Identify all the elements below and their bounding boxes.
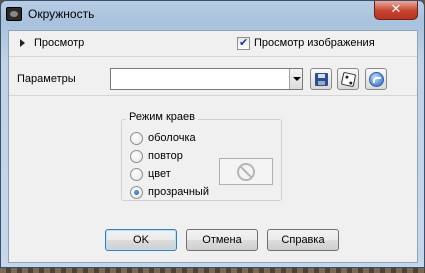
cancel-button[interactable]: Отмена	[186, 229, 258, 251]
radio-wrap[interactable]	[130, 132, 143, 145]
preview-toggle-label[interactable]: Просмотр	[34, 37, 84, 49]
radio-color[interactable]	[130, 168, 143, 181]
edge-mode-title: Режим краев	[126, 111, 198, 123]
checkmark-icon: ✔	[239, 36, 249, 49]
radio-repeat[interactable]	[130, 150, 143, 163]
dialog-window: Окружность ✕ Просмотр ✔ Просмотр изображ…	[0, 0, 425, 268]
params-combobox[interactable]	[110, 68, 303, 90]
radio-label-transparent[interactable]: прозрачный	[148, 186, 209, 198]
preview-image-label[interactable]: Просмотр изображения	[254, 37, 375, 49]
params-label: Параметры	[17, 73, 76, 85]
window-title: Окружность	[28, 7, 95, 21]
dice-icon	[340, 71, 357, 88]
save-preset-button[interactable]	[310, 68, 332, 90]
preview-section: Просмотр ✔ Просмотр изображения	[9, 31, 417, 57]
ok-button[interactable]: OK	[105, 229, 177, 251]
no-entry-icon	[237, 163, 255, 181]
expand-arrow-icon[interactable]	[20, 39, 25, 47]
chevron-down-icon[interactable]	[289, 69, 302, 89]
undo-icon	[369, 72, 384, 87]
title-bar[interactable]: Окружность ✕	[1, 1, 424, 29]
params-section: Параметры	[9, 58, 417, 96]
radio-label-wrap[interactable]: оболочка	[148, 132, 196, 144]
edge-color-swatch[interactable]	[219, 158, 273, 185]
random-button[interactable]	[337, 68, 359, 90]
floppy-icon	[315, 73, 328, 86]
radio-transparent[interactable]	[130, 186, 143, 199]
app-icon	[6, 7, 22, 21]
radio-label-color[interactable]: цвет	[148, 168, 171, 180]
close-button[interactable]: ✕	[374, 1, 418, 20]
reset-button[interactable]	[365, 68, 387, 90]
dialog-body: Просмотр ✔ Просмотр изображения Параметр…	[8, 30, 418, 263]
desktop-background	[0, 268, 425, 273]
radio-label-repeat[interactable]: повтор	[148, 150, 183, 162]
preview-image-checkbox[interactable]: ✔	[237, 36, 250, 50]
help-button[interactable]: Справка	[267, 229, 339, 251]
